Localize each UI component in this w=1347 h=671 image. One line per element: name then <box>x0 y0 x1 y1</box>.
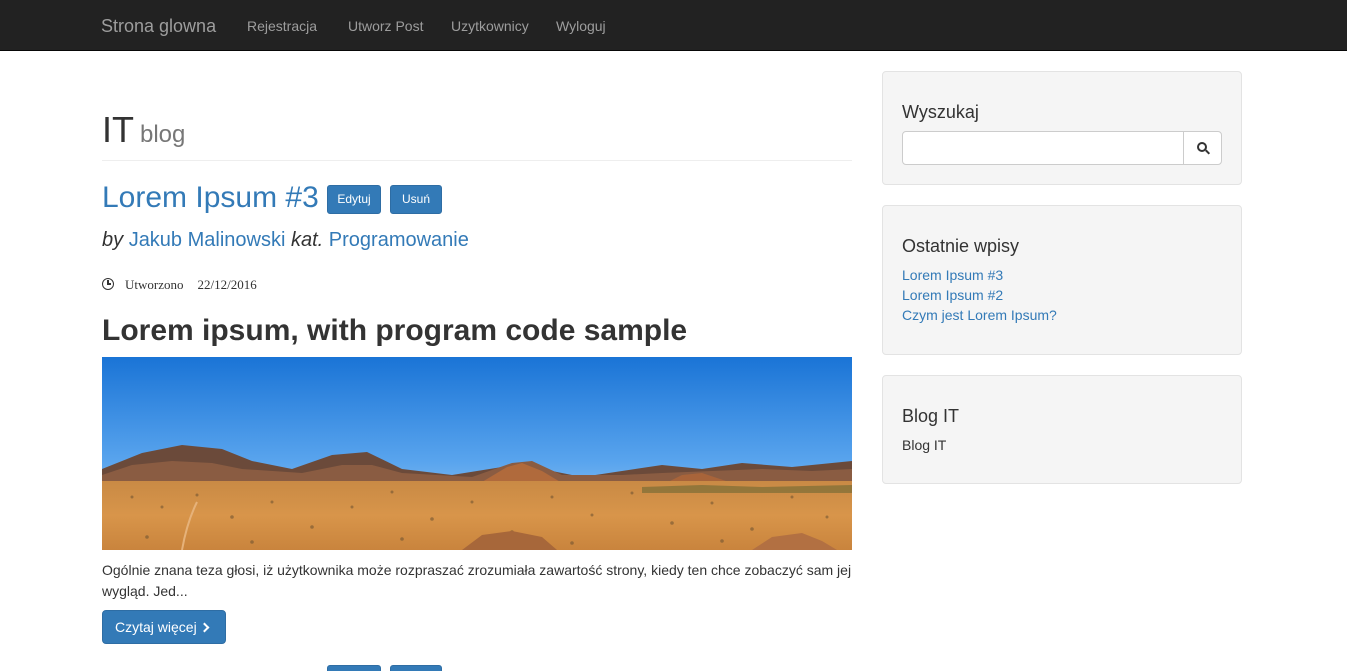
search-button[interactable] <box>1183 131 1222 165</box>
author-link[interactable]: Jakub Malinowski <box>129 229 286 251</box>
created-label: Utworzono <box>125 277 184 292</box>
clock-icon <box>102 278 114 290</box>
post-date: 22/12/2016 <box>197 277 257 292</box>
search-panel: Wyszukaj <box>882 71 1242 185</box>
desert-landscape-image <box>102 357 852 550</box>
edit-button[interactable]: Edytuj <box>327 185 381 214</box>
page-header: IT blog <box>102 108 852 161</box>
search-icon-handle <box>1204 149 1211 155</box>
recent-post-link[interactable]: Lorem Ipsum #3 <box>902 265 1057 285</box>
category-label: kat. <box>290 229 324 251</box>
nav-link-wyloguj[interactable]: Wyloguj <box>556 17 606 35</box>
category-link[interactable]: Programowanie <box>329 229 469 251</box>
chevron-right-icon <box>199 622 210 633</box>
read-more-label: Czytaj więcej <box>115 619 197 635</box>
about-panel: Blog IT Blog IT <box>882 375 1242 484</box>
brand-link[interactable]: Strona glowna <box>101 15 216 37</box>
top-navbar: Strona glowna Rejestracja Utworz Post Uz… <box>0 0 1347 51</box>
about-title: Blog IT <box>902 406 960 426</box>
post-title-link[interactable]: Lorem Ipsum #3 <box>102 180 319 216</box>
read-more-button[interactable]: Czytaj więcej <box>102 610 226 644</box>
by-label: by <box>102 229 124 251</box>
recent-posts-title: Ostatnie wpisy <box>902 236 1020 256</box>
about-text: Blog IT <box>902 437 947 453</box>
nav-link-rejestracja[interactable]: Rejestracja <box>247 17 317 35</box>
delete-button[interactable]: Usuń <box>390 185 442 214</box>
nav-link-utworz-post[interactable]: Utworz Post <box>348 17 423 35</box>
post-byline: by Jakub Malinowski kat. Programowanie <box>102 227 469 253</box>
recent-posts-list: Lorem Ipsum #3 Lorem Ipsum #2 Czym jest … <box>902 265 1057 325</box>
search-title: Wyszukaj <box>902 102 979 122</box>
post-meta: Utworzono 22/12/2016 <box>102 275 257 295</box>
page-title: IT blog <box>102 108 852 157</box>
post-heading: Lorem ipsum, with program code sample <box>102 314 688 347</box>
recent-posts-panel: Ostatnie wpisy Lorem Ipsum #3 Lorem Ipsu… <box>882 205 1242 355</box>
recent-post-link[interactable]: Lorem Ipsum #2 <box>902 285 1057 305</box>
nav-link-uzytkownicy[interactable]: Uzytkownicy <box>451 17 529 35</box>
recent-post-link[interactable]: Czym jest Lorem Ipsum? <box>902 305 1057 325</box>
next-post-delete-button[interactable] <box>390 665 442 671</box>
page-title-main: IT <box>102 109 134 150</box>
page-subtitle: blog <box>140 121 186 148</box>
next-post-edit-button[interactable] <box>327 665 381 671</box>
search-input[interactable] <box>902 131 1184 165</box>
post-excerpt: Ogólnie znana teza głosi, iż użytkownika… <box>102 562 852 599</box>
